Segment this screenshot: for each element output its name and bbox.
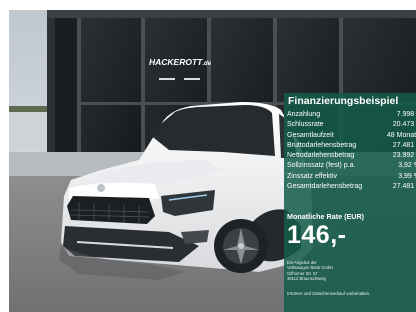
row-label: Bruttodarlehensbetrag bbox=[287, 141, 357, 149]
financing-title: Finanzierungsbeispiel bbox=[288, 95, 399, 107]
row-value: 48 Monate bbox=[386, 131, 416, 139]
monthly-rate-value: 146,- bbox=[287, 221, 347, 249]
financing-row: Zinssatz effektiv 3,99 % bbox=[287, 172, 416, 182]
disclaimer: Irrtümer und Zwischenverkauf vorbehalten… bbox=[287, 291, 371, 296]
financing-row: Bruttodarlehensbetrag 27.481 € bbox=[287, 141, 416, 151]
row-label: Anzahlung bbox=[287, 111, 321, 118]
row-value: 23.992 € bbox=[392, 152, 416, 160]
provider-line: 38112 Braunschweig bbox=[287, 276, 326, 282]
financing-row: Anzahlung 7.998 € bbox=[287, 110, 416, 120]
row-label: Zinssatz effektiv bbox=[287, 172, 338, 180]
financing-row: Gesamtdarlehensbetrag 27.481 € bbox=[287, 182, 416, 192]
row-value: 27.481 € bbox=[392, 183, 416, 191]
financing-row: Nettodarlehensbetrag 23.992 € bbox=[287, 151, 416, 161]
row-label: Gesamtdarlehensbetrag bbox=[287, 183, 363, 191]
dealer-logo: HACKEROTT.de bbox=[149, 57, 212, 67]
row-value: 3,92 % bbox=[398, 162, 416, 170]
monthly-rate-label: Monatliche Rate (EUR) bbox=[287, 212, 365, 221]
ad-banner: HACKEROTT.de Finanzierungsbeispiel Anzah… bbox=[0, 0, 416, 312]
financing-table: Anzahlung 7.998 € Schlussrate 20.473 € Ges… bbox=[287, 110, 416, 192]
row-label: Gesamtlaufzeit bbox=[287, 131, 334, 139]
row-value: 7.998 € bbox=[396, 111, 416, 118]
row-value: 3,99 % bbox=[398, 172, 416, 180]
row-label: Schlussrate bbox=[287, 121, 324, 129]
financing-row: Sollzinssatz (fest) p.a. 3,92 % bbox=[287, 161, 416, 171]
provider-info: Ein Angebot der Volkswagen Bank GmbH Gif… bbox=[287, 260, 333, 282]
row-label: Nettodarlehensbetrag bbox=[287, 152, 355, 160]
row-value: 20.473 € bbox=[392, 121, 416, 129]
financing-row: Gesamtlaufzeit 48 Monate bbox=[287, 131, 416, 141]
row-value: 27.481 € bbox=[392, 141, 416, 149]
financing-row: Schlussrate 20.473 € bbox=[287, 120, 416, 130]
financing-panel: Finanzierungsbeispiel Anzahlung 7.998 € S… bbox=[284, 93, 416, 312]
row-label: Sollzinssatz (fest) p.a. bbox=[287, 162, 356, 170]
